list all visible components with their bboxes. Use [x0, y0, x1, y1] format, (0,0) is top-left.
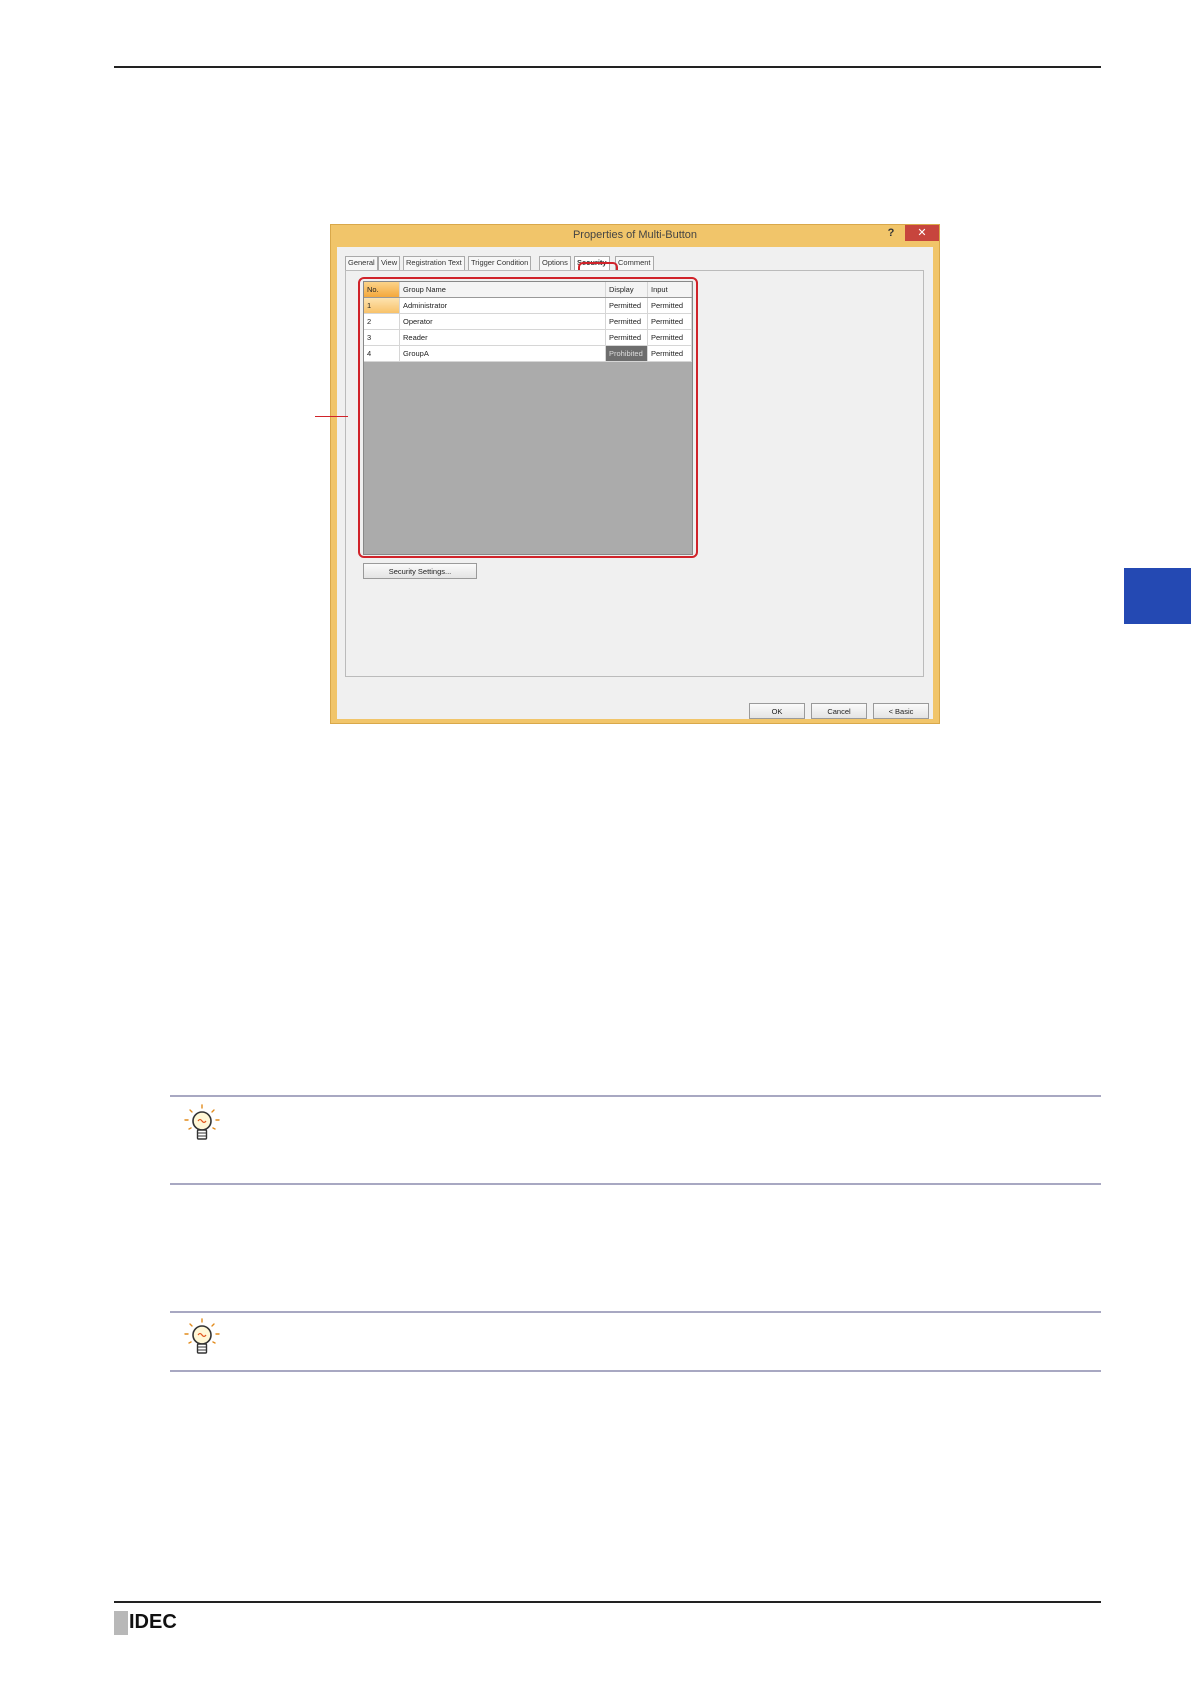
- cell-display[interactable]: Prohibited: [606, 346, 648, 361]
- logo-bar: [114, 1611, 128, 1635]
- hint-top-rule: [170, 1311, 1101, 1313]
- cell-group-name[interactable]: Operator: [400, 314, 606, 329]
- lightbulb-icon: [184, 1318, 220, 1354]
- cell-no[interactable]: 3: [364, 330, 400, 345]
- tab-general[interactable]: General: [345, 256, 378, 270]
- tab-view[interactable]: View: [378, 256, 401, 270]
- cell-no[interactable]: 1: [364, 298, 400, 313]
- table-row[interactable]: 1 Administrator Permitted Permitted: [364, 298, 692, 314]
- header-no[interactable]: No.: [364, 282, 400, 297]
- cell-no[interactable]: 4: [364, 346, 400, 361]
- tab-trigger-condition[interactable]: Trigger Condition: [468, 256, 532, 270]
- cell-display[interactable]: Permitted: [606, 330, 648, 345]
- dialog-client: General View Registration Text Trigger C…: [337, 247, 933, 719]
- hint-top-rule: [170, 1095, 1101, 1097]
- cell-display[interactable]: Permitted: [606, 298, 648, 313]
- security-panel: No. Group Name Display Input 1 Administr…: [345, 270, 924, 677]
- header-input[interactable]: Input: [648, 282, 692, 297]
- lightbulb-icon: [184, 1104, 220, 1140]
- basic-button[interactable]: < Basic: [873, 703, 929, 719]
- security-settings-button[interactable]: Security Settings...: [363, 563, 477, 579]
- cell-input[interactable]: Permitted: [648, 314, 692, 329]
- header-rule: [114, 66, 1101, 68]
- brand-name: IDEC: [129, 1611, 177, 1633]
- tab-comment[interactable]: Comment: [615, 256, 654, 270]
- cell-input[interactable]: Permitted: [648, 298, 692, 313]
- cancel-button[interactable]: Cancel: [811, 703, 867, 719]
- table-row[interactable]: 4 GroupA Prohibited Permitted: [364, 346, 692, 362]
- grid-header-row: No. Group Name Display Input: [364, 282, 692, 298]
- ok-button[interactable]: OK: [749, 703, 805, 719]
- properties-dialog: Properties of Multi-Button ? ✕ General V…: [330, 224, 940, 724]
- cell-group-name[interactable]: Administrator: [400, 298, 606, 313]
- footer-rule: [114, 1601, 1101, 1603]
- tab-options[interactable]: Options: [539, 256, 571, 270]
- chapter-tab: [1124, 568, 1191, 624]
- header-display[interactable]: Display: [606, 282, 648, 297]
- header-group-name[interactable]: Group Name: [400, 282, 606, 297]
- cell-display[interactable]: Permitted: [606, 314, 648, 329]
- table-row[interactable]: 3 Reader Permitted Permitted: [364, 330, 692, 346]
- close-button[interactable]: ✕: [905, 225, 939, 241]
- hint-bottom-rule: [170, 1183, 1101, 1185]
- cell-no[interactable]: 2: [364, 314, 400, 329]
- tab-registration-text[interactable]: Registration Text: [403, 256, 465, 270]
- cell-group-name[interactable]: Reader: [400, 330, 606, 345]
- cell-input[interactable]: Permitted: [648, 346, 692, 361]
- dialog-titlebar[interactable]: Properties of Multi-Button ? ✕: [331, 225, 939, 247]
- dialog-title: Properties of Multi-Button: [572, 229, 698, 241]
- cell-group-name[interactable]: GroupA: [400, 346, 606, 361]
- cell-input[interactable]: Permitted: [648, 330, 692, 345]
- callout-leader-line: [315, 416, 348, 417]
- hint-bottom-rule: [170, 1370, 1101, 1372]
- table-row[interactable]: 2 Operator Permitted Permitted: [364, 314, 692, 330]
- security-grid: No. Group Name Display Input 1 Administr…: [363, 281, 693, 555]
- help-button[interactable]: ?: [882, 227, 900, 243]
